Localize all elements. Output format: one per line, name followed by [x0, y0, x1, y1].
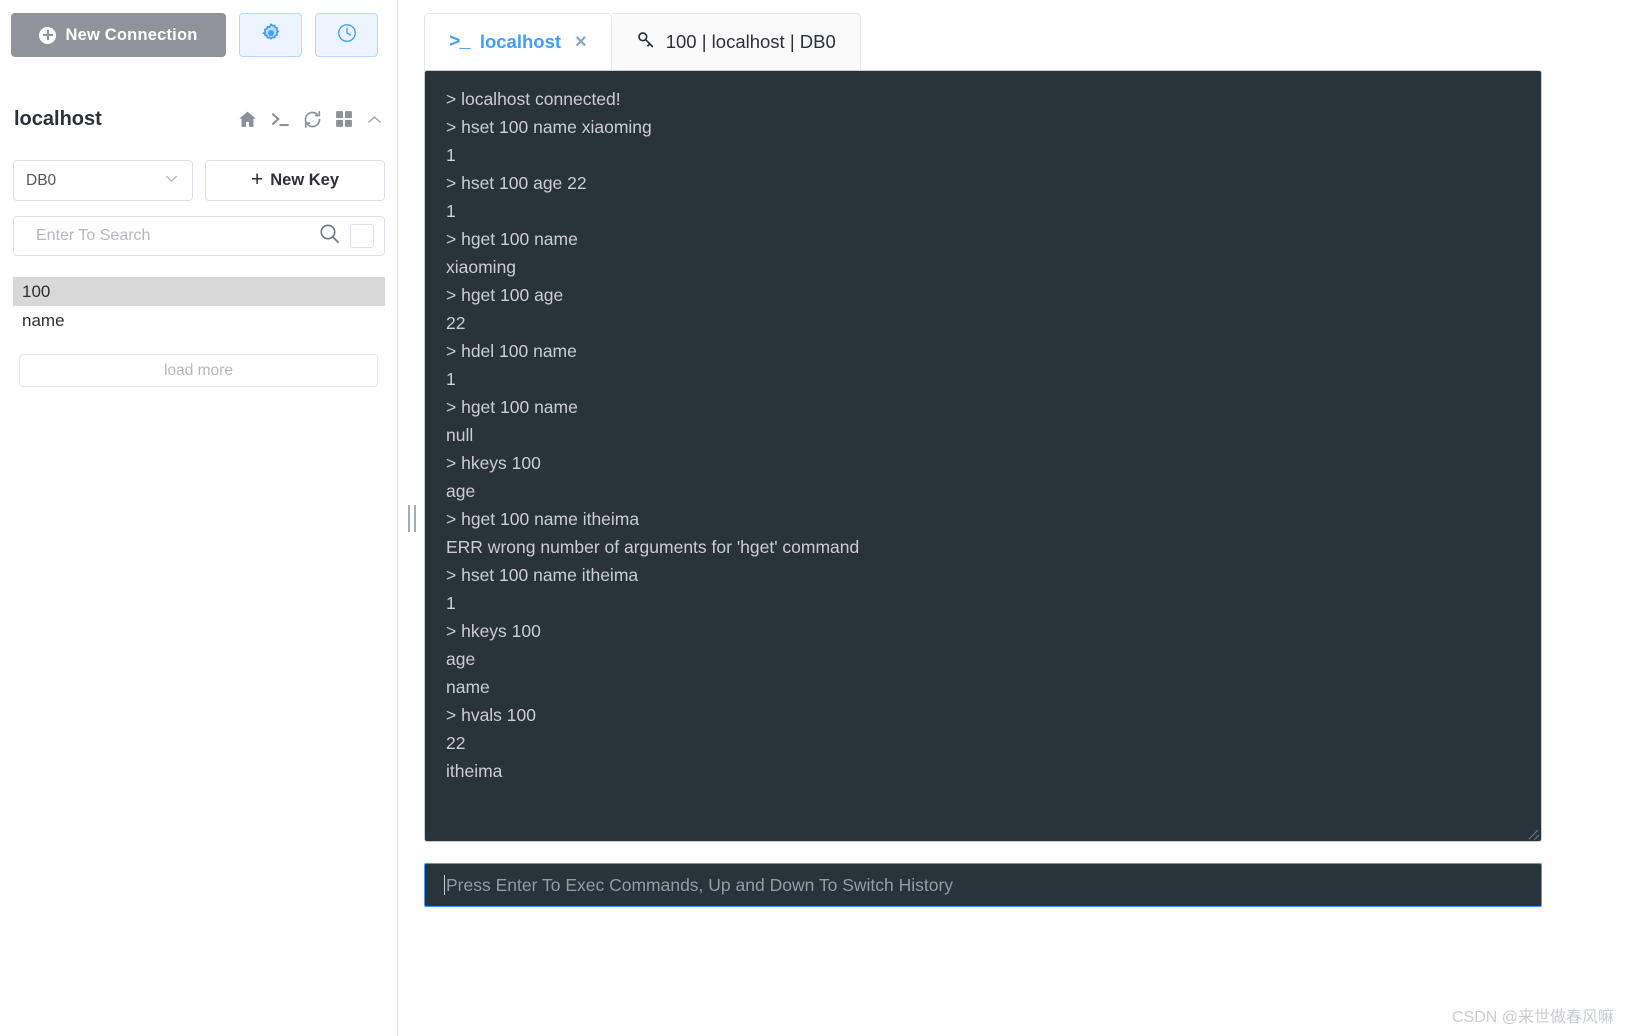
- history-button[interactable]: [315, 13, 378, 57]
- console-line: age: [446, 649, 476, 669]
- database-select[interactable]: DB0: [13, 160, 193, 201]
- new-connection-label: New Connection: [65, 25, 198, 44]
- console-line: itheima: [446, 761, 503, 781]
- console-line: > hget 100 age: [446, 285, 564, 305]
- console-line: name: [446, 677, 490, 697]
- console-line: 1: [446, 145, 456, 165]
- tab-bar: >_ localhost × 100 | localhost | DB0: [424, 13, 861, 71]
- console-line: null: [446, 425, 474, 445]
- key-label: 100: [22, 281, 51, 301]
- plus-circle-icon: [39, 26, 57, 44]
- close-icon[interactable]: ×: [575, 32, 587, 52]
- tab-key-100[interactable]: 100 | localhost | DB0: [611, 13, 861, 71]
- settings-button[interactable]: [239, 13, 302, 57]
- database-select-value: DB0: [26, 171, 57, 189]
- tab-label: localhost: [479, 31, 562, 52]
- home-icon[interactable]: [237, 109, 258, 130]
- connection-header: localhost: [0, 95, 398, 143]
- console-line: > hget 100 name: [446, 397, 578, 417]
- watermark: CSDN @来世做春风嘛: [1451, 1009, 1614, 1026]
- console-line: 1: [446, 201, 456, 221]
- list-item[interactable]: 100: [13, 277, 385, 306]
- console-line: ERR wrong number of arguments for 'hget'…: [446, 537, 860, 557]
- console-line: 22: [446, 313, 466, 333]
- search-icon[interactable]: [318, 222, 341, 250]
- console-line: xiaoming: [446, 257, 517, 277]
- tab-label: 100 | localhost | DB0: [665, 31, 836, 52]
- plus-icon: +: [250, 168, 264, 191]
- new-key-button[interactable]: + New Key: [205, 160, 385, 201]
- connection-title: localhost: [14, 107, 102, 130]
- list-item[interactable]: name: [13, 306, 385, 335]
- command-input[interactable]: [446, 874, 1541, 896]
- terminal-prompt-icon: >_: [449, 31, 471, 53]
- console-line: > hset 100 age 22: [446, 173, 587, 193]
- console-line: > hset 100 name xiaoming: [446, 117, 652, 137]
- key-list: 100 name: [13, 277, 385, 335]
- command-input-wrapper[interactable]: [424, 863, 1542, 907]
- console-line: age: [446, 481, 476, 501]
- console-line: > hvals 100: [446, 705, 536, 725]
- console-line: > hkeys 100: [446, 621, 541, 641]
- sidebar-toolbar: New Connection: [0, 0, 398, 70]
- gear-icon: [260, 22, 282, 49]
- console-output[interactable]: > localhost connected! > hset 100 name x…: [424, 70, 1542, 842]
- console-line: > hdel 100 name: [446, 341, 577, 361]
- main-panel: >_ localhost × 100 | localhost | DB0 > l…: [420, 0, 1628, 1036]
- search-select-all-checkbox[interactable]: [350, 224, 374, 248]
- new-key-label: New Key: [270, 171, 340, 189]
- refresh-icon[interactable]: [302, 109, 323, 130]
- clock-icon: [336, 22, 358, 49]
- console-line: 22: [446, 733, 466, 753]
- new-connection-button[interactable]: New Connection: [11, 13, 226, 57]
- console-line: > hget 100 name itheima: [446, 509, 640, 529]
- console-line: > hset 100 name itheima: [446, 565, 639, 585]
- key-icon: [636, 30, 656, 55]
- search-input[interactable]: [34, 226, 318, 246]
- sidebar: New Connection localhost DB0 + New Key E…: [0, 0, 398, 1036]
- console-line: 1: [446, 593, 456, 613]
- text-caret: [444, 875, 445, 895]
- console-line: 1: [446, 369, 456, 389]
- chevron-down-icon: [163, 170, 180, 192]
- console-line: > hget 100 name: [446, 229, 578, 249]
- search-row: [13, 216, 385, 256]
- connection-header-icons: [237, 109, 384, 130]
- db-row: DB0 + New Key: [13, 160, 385, 201]
- key-label: name: [22, 310, 65, 330]
- console-line: > hkeys 100: [446, 453, 541, 473]
- panel-splitter[interactable]: [404, 0, 420, 1036]
- load-more-button[interactable]: load more: [19, 354, 378, 387]
- console-line: > localhost connected!: [446, 89, 621, 109]
- chevron-up-icon[interactable]: [365, 110, 384, 129]
- redis-client-window: New Connection localhost DB0 + New Key E…: [0, 0, 1628, 1036]
- terminal-icon[interactable]: [269, 109, 291, 130]
- grid-icon[interactable]: [334, 109, 354, 129]
- console-resize-handle[interactable]: [1527, 827, 1539, 839]
- splitter-grip-icon: [408, 504, 416, 532]
- tab-localhost-console[interactable]: >_ localhost ×: [424, 13, 612, 71]
